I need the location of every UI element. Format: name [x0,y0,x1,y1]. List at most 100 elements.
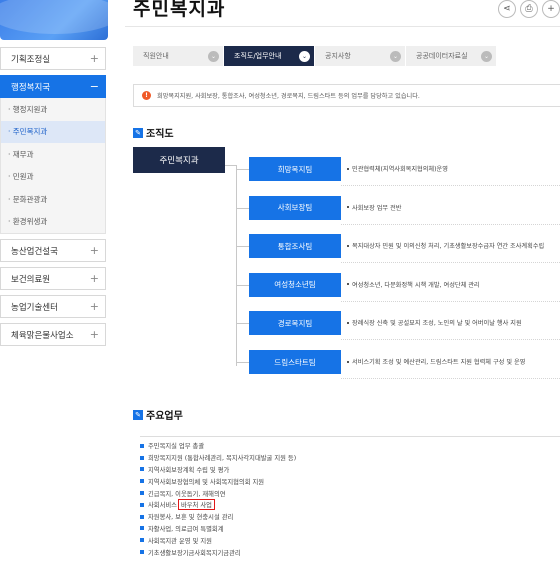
list-item: 사회서비스 바우처 사업 [140,499,560,511]
sidebar-sub-item[interactable]: · 문화관광과 [1,188,105,211]
task-list: 주민복지실 업무 총괄희망복지지원 (통합사례관리, 복지사각지대발굴 지원 등… [140,436,560,558]
list-item: 지역사회보장계획 수립 및 평가 [140,464,560,476]
plus-icon[interactable]: + [542,0,560,18]
org-unit-description: 서비스기획 조성 및 예산관리, 드림스타트 지원 협력체 구성 및 운영 [341,345,560,379]
sidebar-group-label: 체육맑은물사업소 [11,330,74,341]
bullet-icon [140,502,144,507]
bullet-icon [140,526,144,531]
plus-icon: + [89,272,99,285]
org-connector [236,284,249,286]
bullet-icon [140,514,144,519]
sidebar-sub-item[interactable]: · 행정지원과 [1,98,105,121]
plus-icon: + [89,52,99,65]
list-item-text: 긴급복지, 이웃돕기, 재해의연 [148,490,226,498]
logo-wave-graphic [0,0,108,34]
plus-icon: + [89,244,99,257]
toolbar: ⋖ ⎙ + [498,0,560,18]
org-connector [236,362,249,363]
divider [125,26,560,27]
org-unit-description-text: 여성청소년, 다문화정책 시책 개발, 여성단체 관리 [352,281,480,289]
sidebar-group-label: 행정복지국 [11,82,51,93]
list-item-text: 사회복지관 운영 및 지원 [148,537,212,545]
tab-label: 조직도/업무안내 [234,52,282,60]
sidebar-sub-item[interactable]: · 재무과 [1,143,105,166]
tab-item[interactable]: 직원안내 ⌄ [133,46,224,66]
org-connector [236,207,249,209]
org-unit-description: 민관협력체(지역사회복지협의체)운영 [341,152,560,186]
chevron-down-icon: ⌄ [481,50,492,62]
print-icon[interactable]: ⎙ [520,0,538,18]
org-unit-description: 여성청소년, 다문화정책 시책 개발, 여성단체 관리 [341,268,560,302]
section-bullet-icon: ✎ [133,127,143,138]
chevron-down-icon: ⌄ [208,50,219,62]
bullet-dot [347,360,349,363]
org-unit-node: 희망복지팀 [249,157,341,181]
org-unit-description-text: 장례식장 신축 및 공설묘지 조성, 노인의 날 및 어버이날 행사 지원 [352,320,522,328]
sidebar-sub-item[interactable]: · 민원과 [1,166,105,189]
bullet-icon [140,479,144,484]
bullet-icon [140,491,144,496]
page-title: 주민복지과 [133,0,226,20]
sidebar-group[interactable]: 체육맑은물사업소 + [0,323,106,346]
tab-label: 공지사항 [325,52,351,60]
bullet-icon [140,443,144,448]
sidebar-group-active[interactable]: 행정복지국 − [0,75,106,98]
org-connector [236,169,249,170]
tab-item[interactable]: 조직도/업무안내 ⌄ [224,46,315,66]
notice-box: ! 희망복지지원, 사회보장, 통합조사, 여성청소년, 경로복지, 드림스타트… [133,84,560,107]
bullet-icon [140,455,144,460]
sidebar-group-label: 농산업건설국 [11,246,58,257]
bullet-dot [347,244,349,247]
bullet-dot [347,167,349,170]
list-item-text: 지역사회보장협의체 및 사회복지협의회 지원 [148,478,265,486]
org-unit-description: 사회보장 업무 전반 [341,191,560,225]
plus-icon: + [89,300,99,313]
tab-label: 공공데이터자료실 [416,52,468,60]
list-item-text: 주민복지실 업무 총괄 [148,443,205,451]
org-unit-node: 사회보장팀 [249,195,341,220]
org-unit-node: 통합조사팀 [249,234,341,259]
tab-item[interactable]: 공공데이터자료실 ⌄ [406,46,497,66]
tasks-section-heading: ✎ 주요업무 [133,407,183,422]
list-item-text: 지역사회보장계획 수립 및 평가 [148,466,230,474]
site-logo[interactable] [0,0,108,40]
list-item: 사회복지관 운영 및 지원 [140,534,560,546]
sidebar-group-label: 보건의료원 [11,274,51,285]
org-section-title: 조직도 [146,129,174,140]
content-tabs: 직원안내 ⌄ 조직도/업무안내 ⌄ 공지사항 ⌄ 공공데이터자료실 ⌄ [133,46,497,66]
sidebar-sub-item[interactable]: · 환경위생과 [1,211,105,234]
bullet-dot [347,206,349,209]
list-item-text: 희망복지지원 (통합사례관리, 복지사각지대발굴 지원 등) [148,455,297,463]
sidebar-group[interactable]: 기획조정실 + [0,47,106,70]
list-item-text: 자활사업, 의료급여 특별회계 [148,525,224,533]
org-connector [236,165,237,366]
share-icon[interactable]: ⋖ [498,0,516,18]
org-unit-description: 장례식장 신축 및 공설묘지 조성, 노인의 날 및 어버이날 행사 지원 [341,306,560,341]
notice-text: 희망복지지원, 사회보장, 통합조사, 여성청소년, 경로복지, 드림스타트 등… [157,93,420,100]
tab-item[interactable]: 공지사항 ⌄ [315,46,406,66]
sidebar-group-label: 기획조정실 [11,54,51,65]
list-item-text: 사회서비스 [148,502,177,510]
bullet-dot [347,283,349,286]
sidebar-group[interactable]: 농업기술센터 + [0,295,106,318]
list-item: 긴급복지, 이웃돕기, 재해의연 [140,487,560,499]
bullet-dot [347,321,349,324]
org-connector [236,246,249,248]
org-section-heading: ✎ 조직도 [133,125,174,140]
sidebar-sub-item[interactable]: · 주민복지과 [1,120,105,143]
bullet-icon [140,467,144,472]
list-item-text: 기초생활보장기금사회복지기금관리 [148,549,241,557]
sidebar-group-label: 농업기술센터 [11,302,58,313]
list-item: 지역사회보장협의체 및 사회복지협의회 지원 [140,475,560,487]
sidebar: 기획조정실 + 행정복지국 − · 행정지원과 · 주민복지과 · 재무과 · 민원과 ·… [0,47,106,351]
sidebar-group[interactable]: 보건의료원 + [0,267,106,290]
sidebar-group[interactable]: 농산업건설국 + [0,239,106,262]
bullet-icon [140,538,144,543]
org-unit-description-text: 서비스기획 조성 및 예산관리, 드림스타트 지원 협력체 구성 및 운영 [352,359,526,366]
list-item: 자원봉사, 보훈 및 현충시설 관리 [140,511,560,523]
sidebar-sub-menu: · 행정지원과 · 주민복지과 · 재무과 · 민원과 · 문화관광과 · 환경위생과 [0,98,106,234]
org-unit-description-text: 사회보장 업무 전반 [352,204,402,212]
list-item: 주민복지실 업무 총괄 [140,440,560,452]
org-unit-description-text: 복지대상자 민원 및 이의신청 처리, 기초생활보장수급자 연간 조사계획수립 [352,243,545,251]
highlighted-text: 바우처 사업 [177,499,215,511]
